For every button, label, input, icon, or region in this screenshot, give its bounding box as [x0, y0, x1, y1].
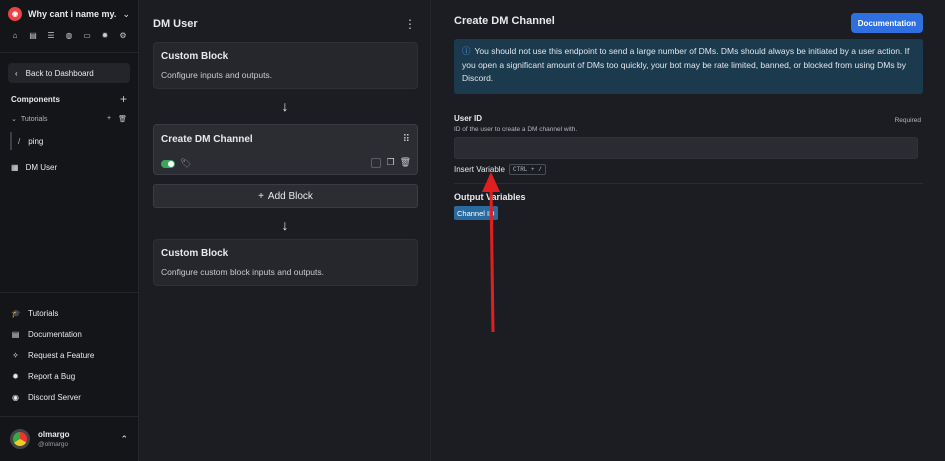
- annotation-arrow-head: [482, 172, 500, 192]
- annotation-arrow-shaft: [489, 187, 495, 333]
- annotation-arrow: [482, 172, 500, 333]
